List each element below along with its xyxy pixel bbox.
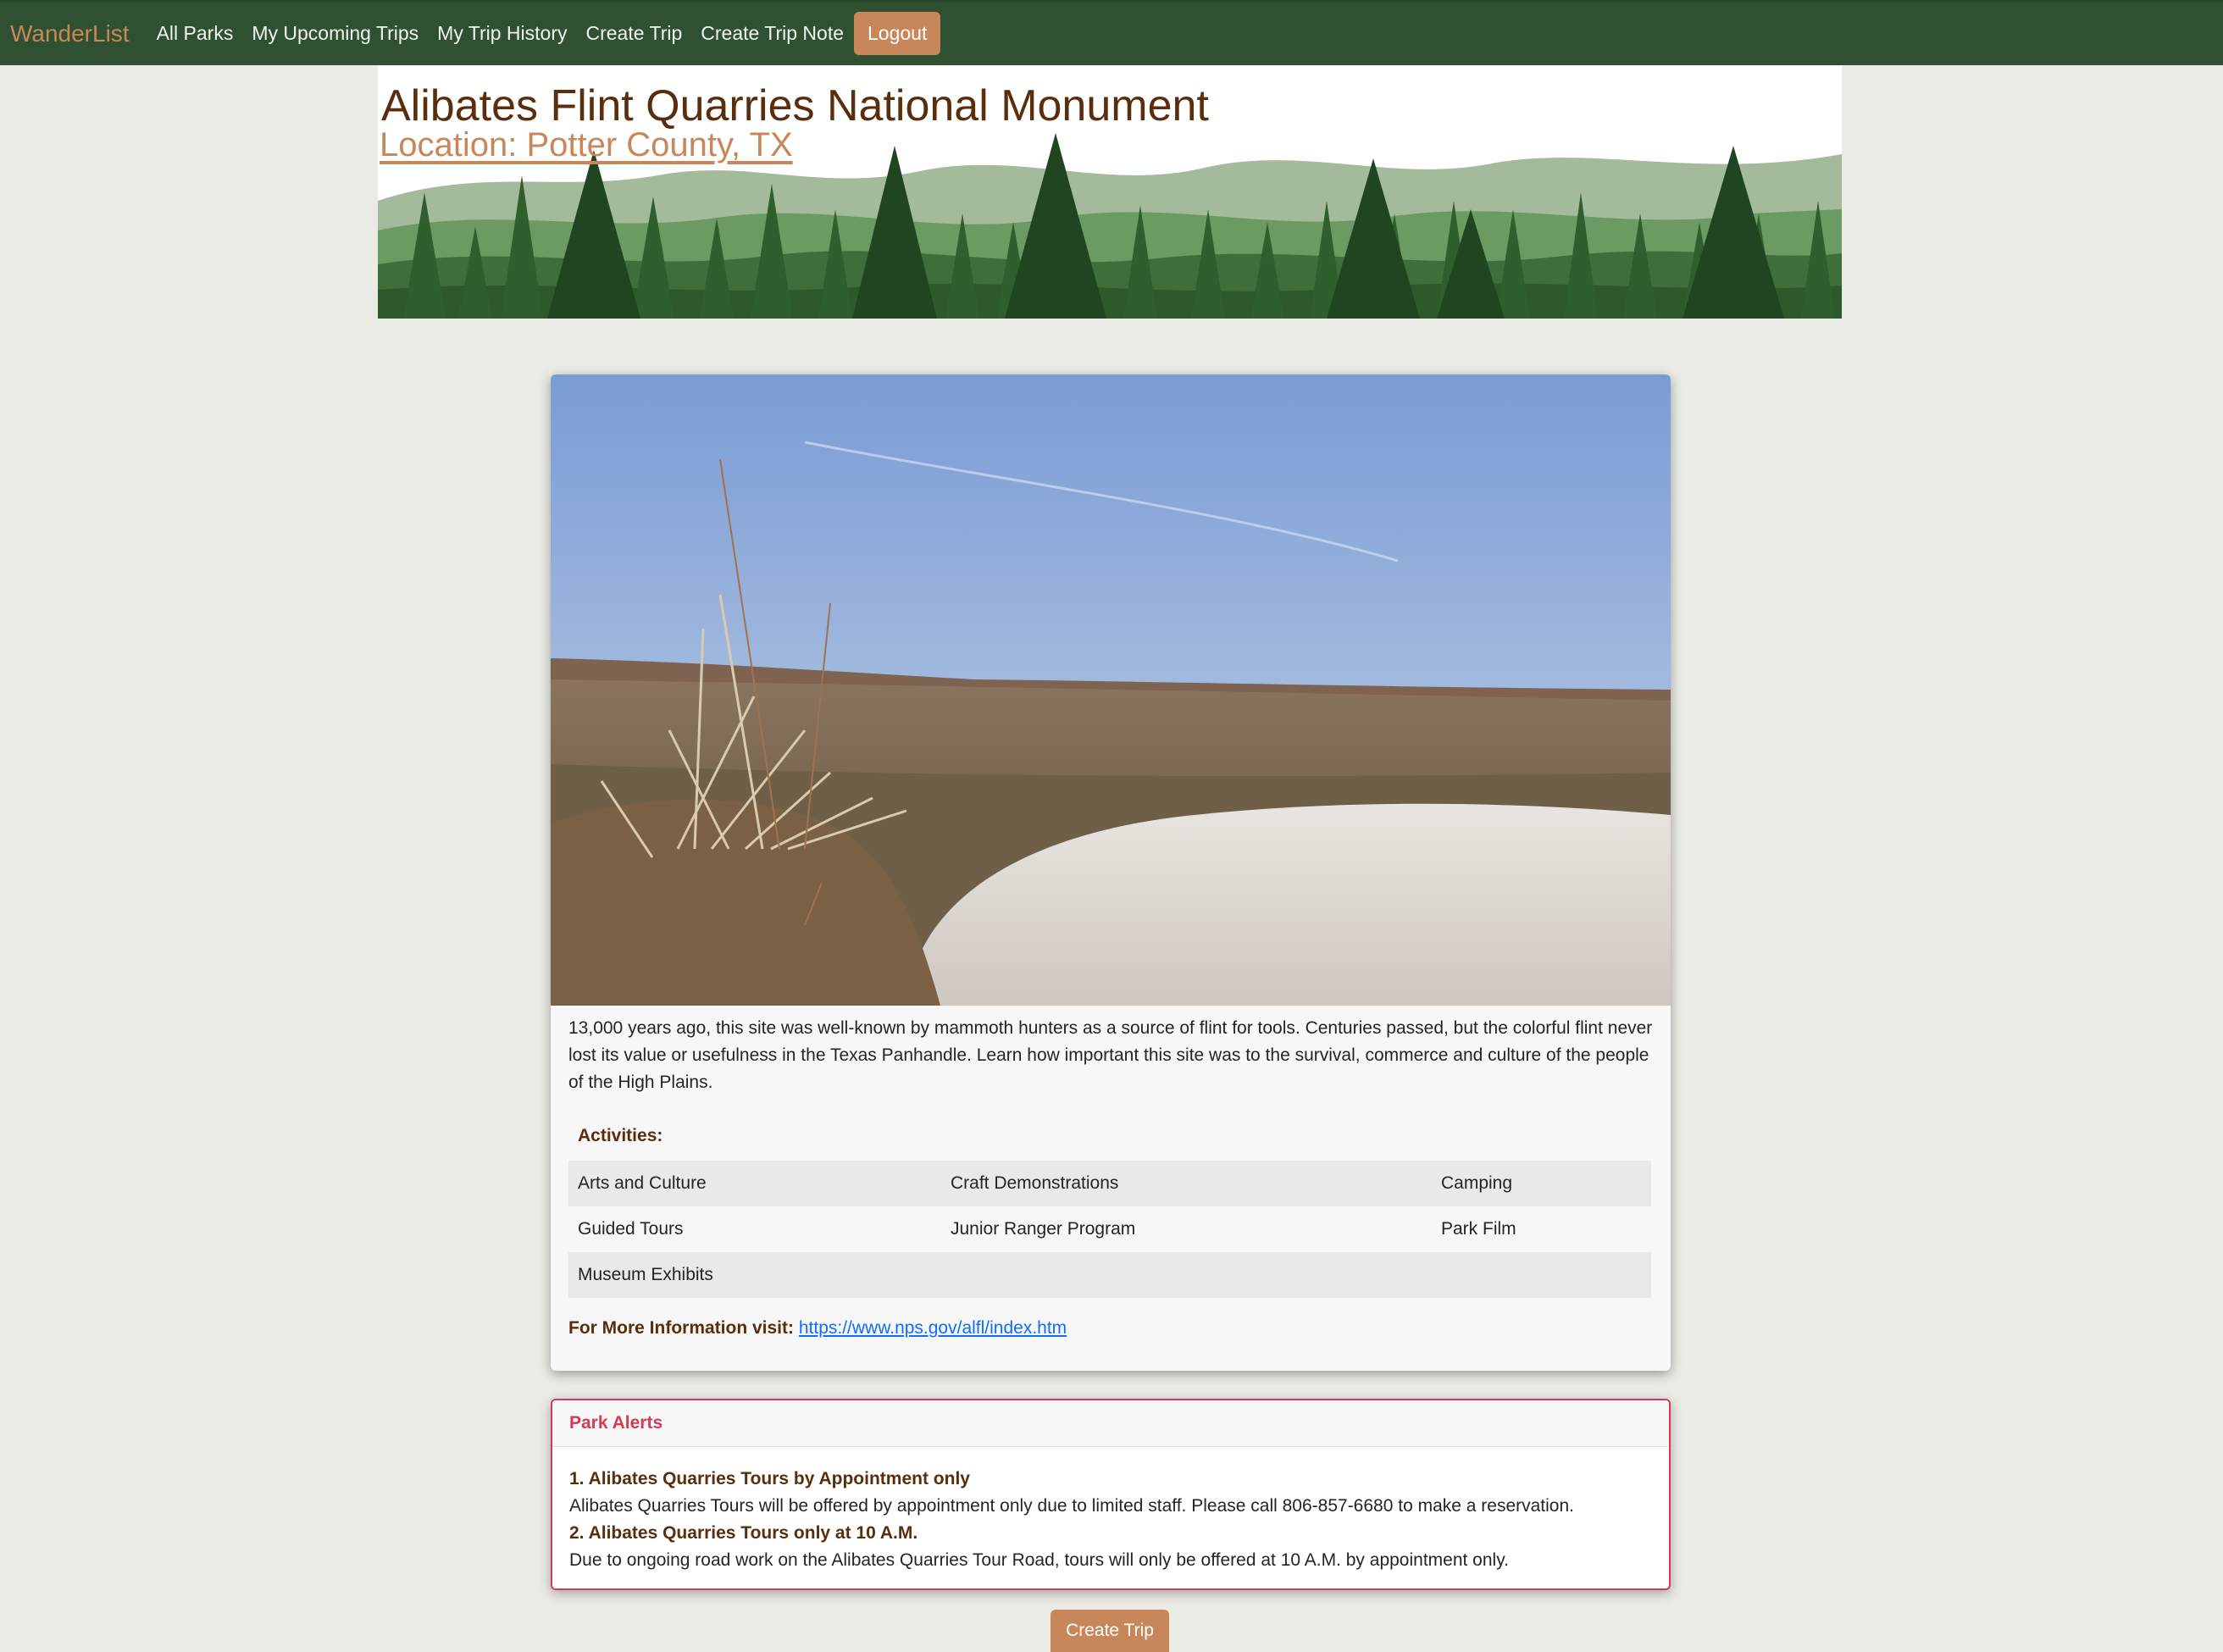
- alert-title: 1. Alibates Quarries Tours by Appointmen…: [569, 1469, 970, 1488]
- activity-cell: Camping: [1432, 1161, 1651, 1206]
- nav-trip-history[interactable]: My Trip History: [437, 22, 567, 45]
- more-info-line: For More Information visit: https://www.…: [568, 1318, 1067, 1339]
- activity-cell: Arts and Culture: [568, 1161, 941, 1206]
- alert-body: Due to ongoing road work on the Alibates…: [569, 1550, 1509, 1570]
- activity-cell: Guided Tours: [578, 1219, 684, 1239]
- nav-upcoming-trips[interactable]: My Upcoming Trips: [252, 22, 419, 45]
- park-alerts-heading: Park Alerts: [552, 1400, 1669, 1447]
- activities-heading: Activities:: [578, 1126, 663, 1145]
- activity-cell: Craft Demonstrations: [941, 1161, 1432, 1206]
- logout-button[interactable]: Logout: [854, 12, 941, 55]
- nav-create-trip-note[interactable]: Create Trip Note: [701, 22, 844, 45]
- park-detail-card: 13,000 years ago, this site was well-kno…: [551, 374, 1671, 1371]
- nav-create-trip[interactable]: Create Trip: [586, 22, 683, 45]
- park-title: Alibates Flint Quarries National Monumen…: [381, 81, 1209, 130]
- create-trip-button[interactable]: Create Trip: [1051, 1610, 1169, 1652]
- alert-body: Alibates Quarries Tours will be offered …: [569, 1496, 1574, 1516]
- park-description: 13,000 years ago, this site was well-kno…: [568, 1018, 1653, 1092]
- nav-all-parks[interactable]: All Parks: [157, 22, 234, 45]
- park-website-link[interactable]: https://www.nps.gov/alfl/index.htm: [799, 1318, 1067, 1338]
- activity-cell: Junior Ranger Program: [951, 1219, 1136, 1239]
- more-info-label: For More Information visit:: [568, 1318, 795, 1338]
- brand-logo[interactable]: WanderList: [10, 20, 130, 47]
- alert-title: 2. Alibates Quarries Tours only at 10 A.…: [569, 1523, 918, 1543]
- activities-table: Arts and Culture Craft Demonstrations Ca…: [568, 1161, 1651, 1298]
- park-location[interactable]: Location: Potter County, TX: [380, 126, 793, 164]
- table-row: Museum Exhibits: [568, 1252, 1651, 1298]
- park-header-banner: Alibates Flint Quarries National Monumen…: [378, 65, 1842, 319]
- park-alerts-card: Park Alerts 1. Alibates Quarries Tours b…: [551, 1399, 1671, 1590]
- park-photo: [551, 374, 1671, 1006]
- park-alerts-body: 1. Alibates Quarries Tours by Appointmen…: [552, 1447, 1669, 1574]
- activity-cell: [1432, 1252, 1651, 1298]
- top-navbar: WanderList All Parks My Upcoming Trips M…: [0, 0, 2223, 65]
- activity-cell: [941, 1252, 1432, 1298]
- activity-cell: Museum Exhibits: [568, 1252, 941, 1298]
- table-row: Arts and Culture Craft Demonstrations Ca…: [568, 1161, 1651, 1206]
- table-row: Guided Tours Junior Ranger Program Park …: [568, 1206, 1651, 1252]
- activity-cell: Park Film: [1441, 1219, 1516, 1239]
